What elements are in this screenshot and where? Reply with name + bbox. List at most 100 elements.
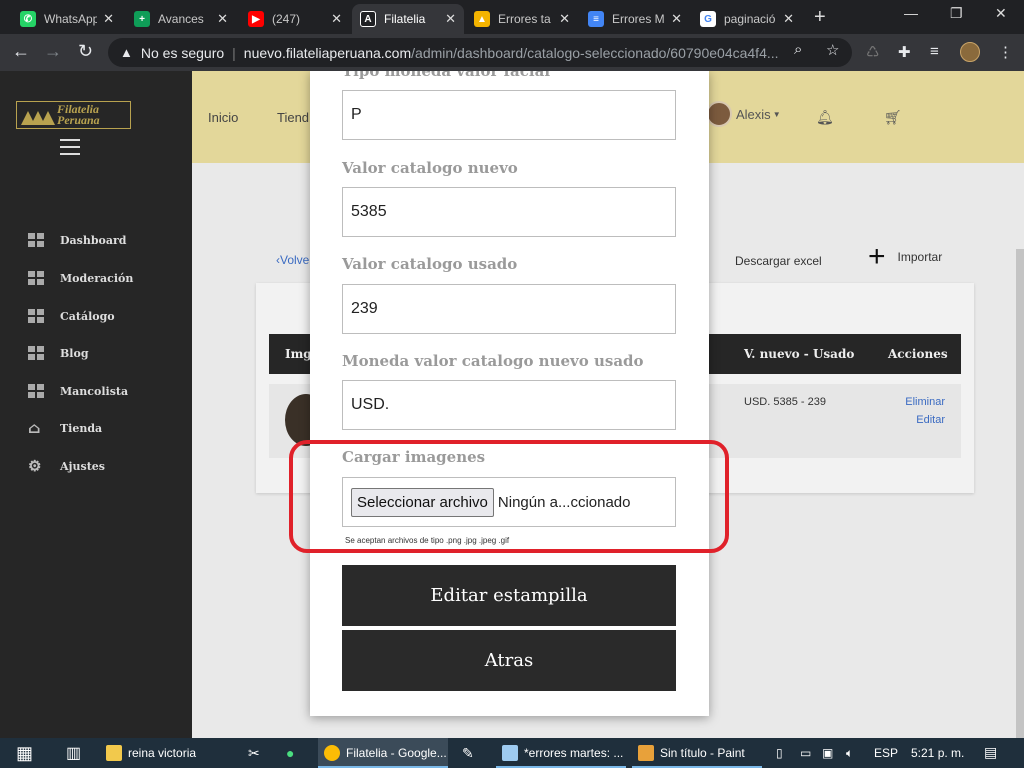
warning-icon[interactable]: ▲ [120, 45, 133, 60]
page-scrollbar[interactable] [1016, 249, 1024, 738]
taskbar-label: *errores martes: ... [524, 746, 624, 760]
tipo-moneda-input[interactable]: P [342, 90, 676, 140]
task-view-icon[interactable]: ▦ [16, 738, 33, 768]
site-a-icon: A [360, 11, 376, 27]
grid-icon [28, 384, 44, 398]
browser-toolbar: ← → ↻ ▲ No es seguro | nuevo.filateliape… [0, 34, 1024, 71]
extensions-puzzle-icon[interactable]: ✚ [898, 43, 911, 61]
close-tab-icon[interactable]: ✕ [559, 11, 570, 27]
close-tab-icon[interactable]: ✕ [103, 11, 114, 27]
valor-nuevo-input[interactable]: 5385 [342, 187, 676, 237]
sidebar-item-blog[interactable]: Blog [28, 346, 89, 360]
tab-errores-ta[interactable]: ▲ Errores ta ✕ [466, 4, 578, 34]
taskbar-item-paint[interactable]: Sin título - Paint [632, 738, 762, 768]
column-header-values: V. nuevo - Usado [744, 347, 855, 361]
browser-tab-strip: ✆ WhatsApp ✕ + Avances ✕ ▶ (247) ✕ A Fil… [0, 0, 1024, 34]
new-tab-icon[interactable]: + [814, 6, 826, 29]
security-label[interactable]: No es seguro [141, 45, 224, 61]
extension-recycle-icon[interactable]: ♺ [866, 43, 879, 61]
moneda-valor-input[interactable]: USD. [342, 380, 676, 430]
notifications-icon[interactable]: ▤ [984, 744, 997, 761]
tab-title: Avances [158, 12, 204, 26]
nav-link-tienda[interactable]: Tiend [277, 110, 309, 125]
sidebar-item-tienda[interactable]: ⌂ Tienda [28, 421, 102, 436]
back-link[interactable]: ‹Volve [276, 253, 309, 267]
tab-title: Errores M [612, 12, 665, 26]
hamburger-menu-icon[interactable] [60, 139, 80, 160]
sidebar-item-ajustes[interactable]: ⚙ Ajustes [28, 459, 105, 474]
sidebar-item-label: Dashboard [60, 233, 127, 247]
chrome-icon [324, 745, 340, 761]
valor-usado-input[interactable]: 239 [342, 284, 676, 334]
delete-link[interactable]: Eliminar [905, 396, 945, 408]
cart-icon[interactable]: 🛒︎ [884, 109, 902, 126]
address-bar[interactable]: ▲ No es seguro | nuevo.filateliaperuana.… [108, 38, 852, 67]
edit-link[interactable]: Editar [916, 414, 945, 426]
tab-avances[interactable]: + Avances ✕ [126, 4, 236, 34]
tab-paginacion[interactable]: G paginació ✕ [692, 4, 802, 34]
sidebar-item-catalogo[interactable]: Catálogo [28, 309, 115, 323]
restore-icon[interactable]: ❐ [950, 5, 963, 22]
usb-icon[interactable]: ▯ [776, 746, 783, 760]
import-button[interactable]: + Importar [868, 242, 943, 272]
edit-stamp-modal: Tipo moneda valor facial P Valor catalog… [310, 71, 709, 716]
close-window-icon[interactable]: ✕ [995, 5, 1007, 22]
battery-icon[interactable]: ▭ [800, 746, 811, 760]
download-excel-button[interactable]: Descargar excel [735, 254, 822, 268]
taskbar-item-chrome[interactable]: Filatelia - Google... [318, 738, 448, 768]
bell-icon[interactable]: 🔔︎ [816, 109, 834, 126]
volume-icon[interactable]: 🔈︎ [846, 746, 853, 761]
taskbar-item-notepad[interactable]: *errores martes: ... [496, 738, 626, 768]
app-circle-icon[interactable]: ● [286, 738, 294, 768]
logo-mountains-icon [17, 102, 57, 128]
tab-youtube[interactable]: ▶ (247) ✕ [240, 4, 350, 34]
forward-arrow-icon[interactable]: → [44, 41, 62, 62]
label-moneda-valor: Moneda valor catalogo nuevo usado [342, 352, 644, 370]
sidebar-item-mancolista[interactable]: Mancolista [28, 384, 128, 398]
clock[interactable]: 5:21 p. m. [911, 746, 964, 760]
grid-icon [28, 309, 44, 323]
language-indicator[interactable]: ESP [874, 746, 898, 760]
tab-errores-m[interactable]: ≡ Errores M ✕ [580, 4, 690, 34]
minimize-icon[interactable]: — [904, 5, 918, 21]
calculator-icon[interactable]: ▥ [66, 738, 81, 768]
close-tab-icon[interactable]: ✕ [217, 11, 228, 27]
close-tab-icon[interactable]: ✕ [331, 11, 342, 27]
edit-stamp-button[interactable]: Editar estampilla [342, 565, 676, 626]
grid-icon [28, 233, 44, 247]
taskbar-label: Filatelia - Google... [346, 746, 447, 760]
site-logo[interactable]: Filatelia Peruana [16, 101, 131, 129]
close-tab-icon[interactable]: ✕ [783, 11, 794, 27]
paint-3d-icon[interactable]: ✎ [462, 738, 474, 768]
youtube-icon: ▶ [248, 11, 264, 27]
taskbar-item-explorer[interactable]: reina victoria [100, 738, 210, 768]
docs-icon: ≡ [588, 11, 604, 27]
nav-link-inicio[interactable]: Inicio [208, 110, 238, 125]
web-page: Filatelia Peruana Dashboard Moderación C… [0, 71, 1024, 738]
google-icon: G [700, 11, 716, 27]
tab-title: Errores ta [498, 12, 551, 26]
tab-filatelia[interactable]: A Filatelia ✕ [352, 4, 464, 34]
sidebar-item-dashboard[interactable]: Dashboard [28, 233, 127, 247]
tab-whatsapp[interactable]: ✆ WhatsApp ✕ [12, 4, 122, 34]
network-icon[interactable]: ▣ [822, 746, 833, 760]
snipping-tool-icon[interactable]: ✂ [248, 738, 260, 768]
zoom-search-icon[interactable]: ⌕ [794, 41, 802, 58]
profile-avatar[interactable] [960, 42, 980, 62]
user-menu[interactable]: Alexis ▼ [706, 101, 781, 127]
sidebar-item-label: Mancolista [60, 384, 129, 398]
media-queue-icon[interactable]: ≡ [930, 43, 939, 60]
row-values: USD. 5385 - 239 [744, 396, 826, 408]
taskbar-label: reina victoria [128, 746, 197, 760]
reload-icon[interactable]: ↻ [78, 41, 93, 62]
url-text[interactable]: nuevo.filateliaperuana.com/admin/dashboa… [244, 45, 779, 61]
bookmark-star-icon[interactable]: ☆ [826, 41, 839, 59]
import-label: Importar [897, 250, 943, 264]
close-tab-icon[interactable]: ✕ [671, 11, 682, 27]
back-arrow-icon[interactable]: ← [12, 41, 30, 62]
sidebar-item-moderacion[interactable]: Moderación [28, 271, 133, 285]
back-button[interactable]: Atras [342, 630, 676, 691]
menu-kebab-icon[interactable]: ⋮ [998, 43, 1013, 61]
close-tab-icon[interactable]: ✕ [445, 11, 456, 27]
paint-icon [638, 745, 654, 761]
